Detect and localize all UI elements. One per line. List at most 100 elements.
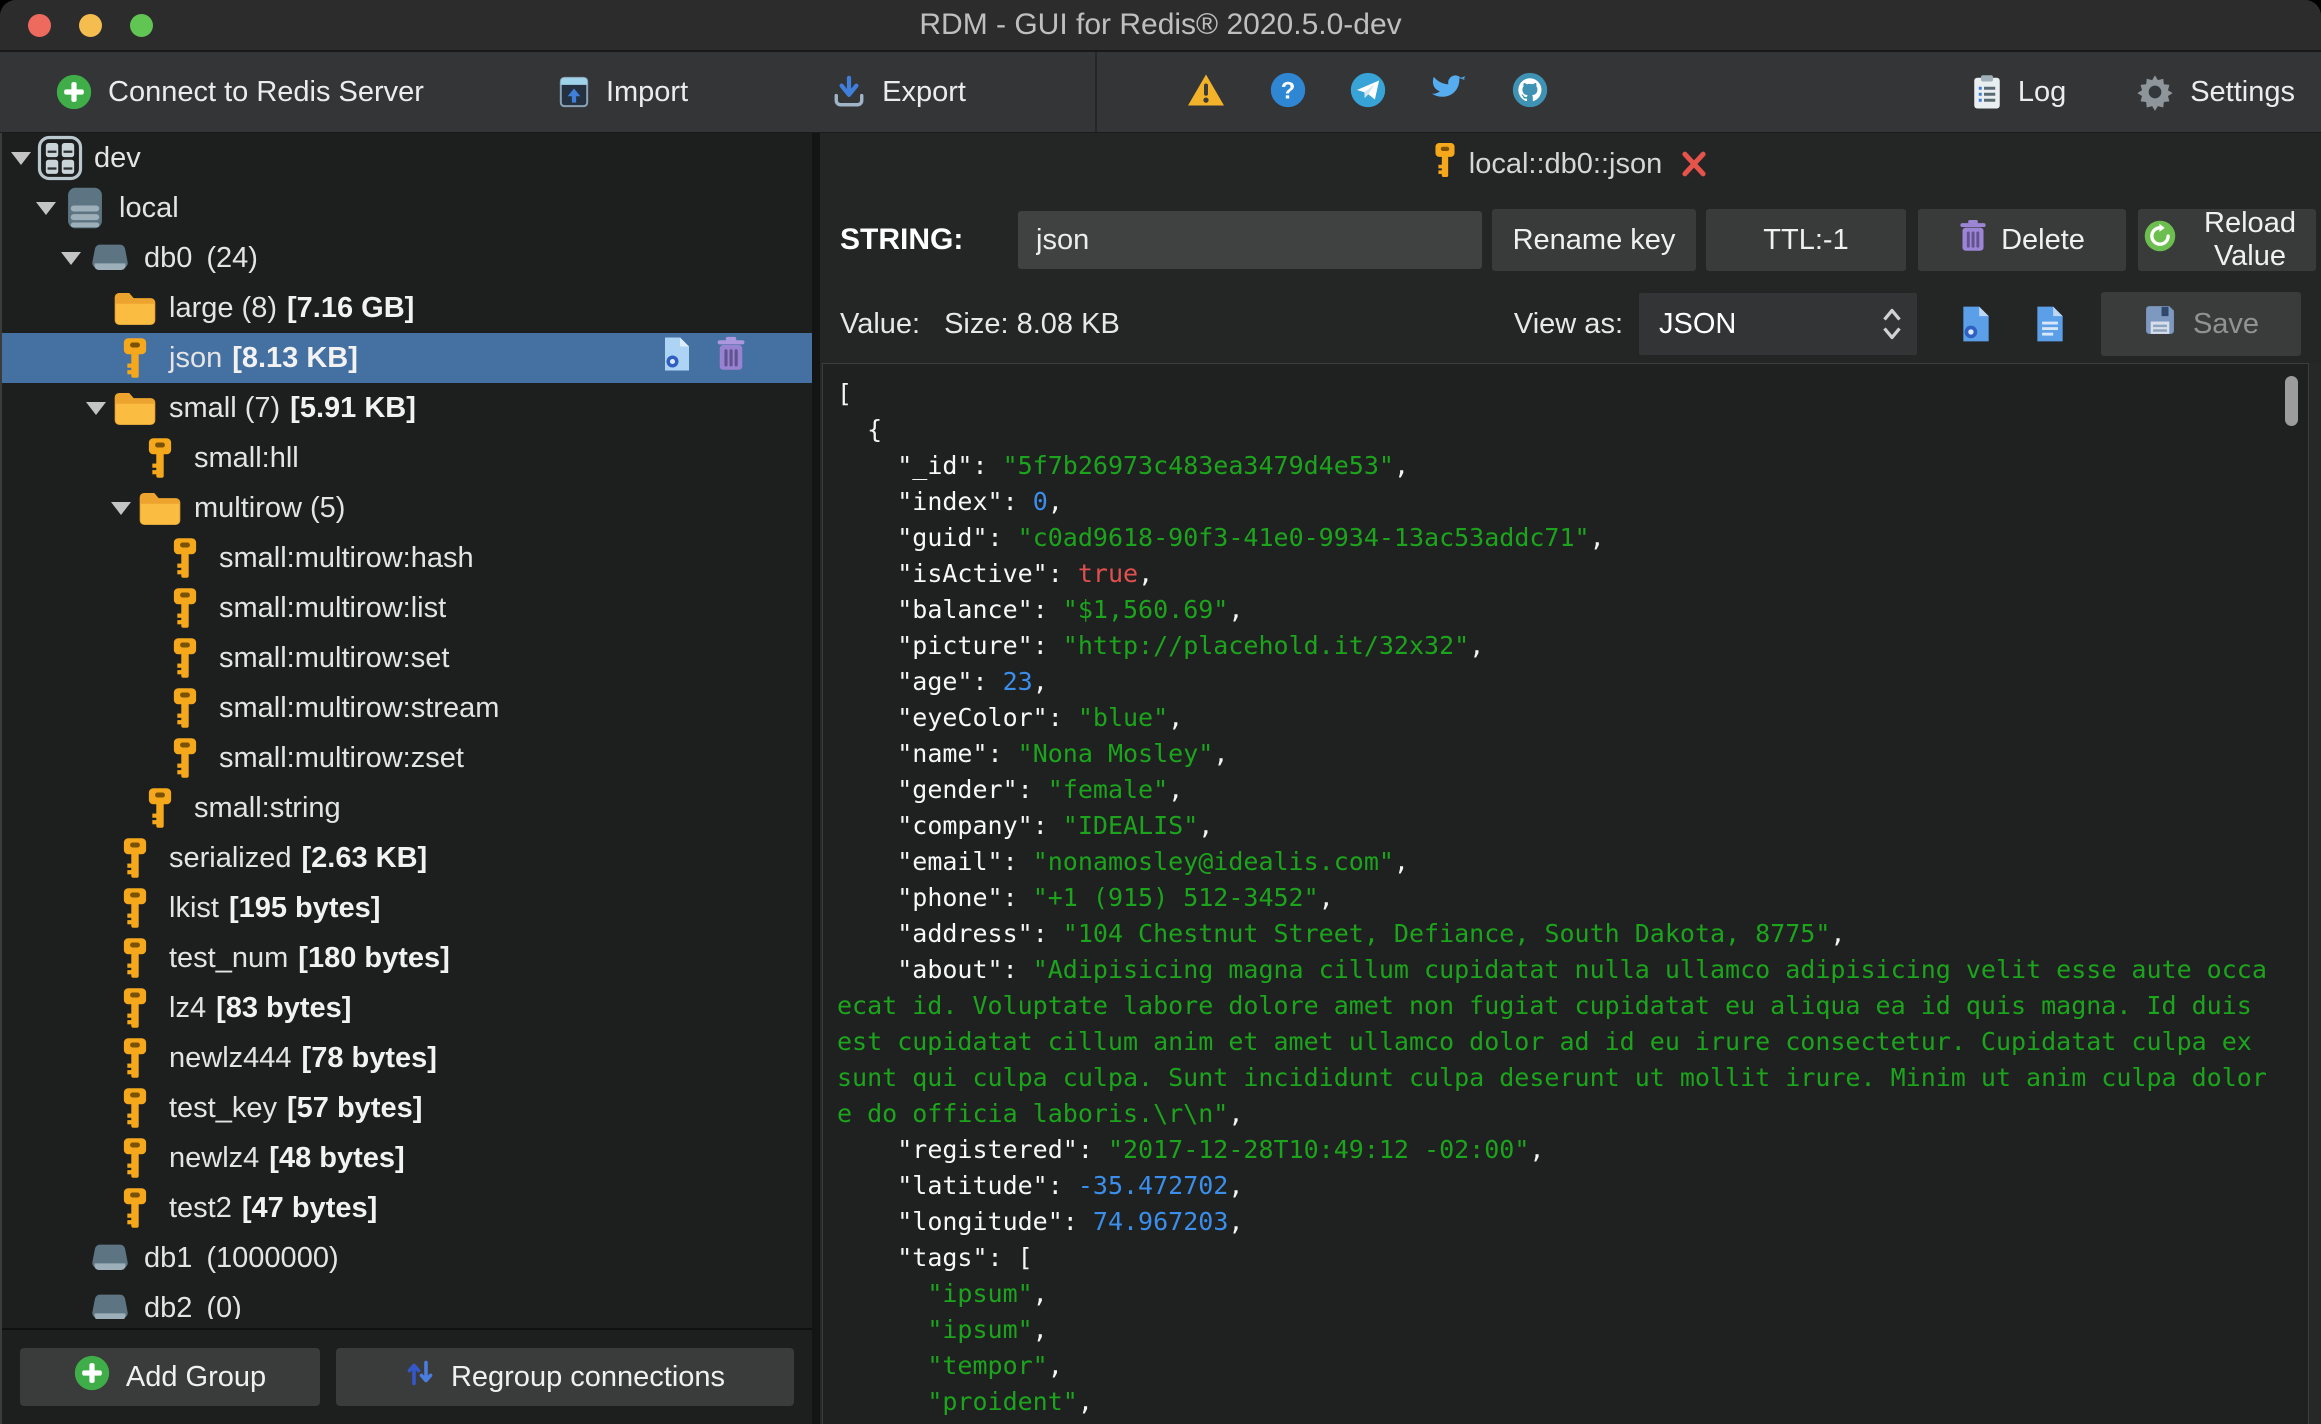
code-line: "email": "nonamosley@idealis.com",	[897, 847, 1409, 876]
tree-item-lz4[interactable]: lz4 [83 bytes]	[2, 983, 812, 1033]
key-icon	[111, 987, 159, 1029]
tree-item-small-multirow-zset[interactable]: small:multirow:zset	[2, 733, 812, 783]
tree-item-db0[interactable]: db0 (24)	[2, 233, 812, 283]
code-line: "phone": "+1 (915) 512-3452",	[897, 883, 1334, 912]
tree-item-label: test2	[169, 1191, 232, 1224]
traffic-lights	[28, 0, 153, 50]
code-line: "guid": "c0ad9618-90f3-41e0-9934-13ac53a…	[897, 523, 1605, 552]
arrow-spacer	[135, 583, 161, 633]
key-icon	[111, 1187, 159, 1229]
key-name-input[interactable]	[1018, 211, 1482, 269]
code-line: "gender": "female",	[897, 775, 1184, 804]
regroup-label: Regroup connections	[450, 1360, 726, 1393]
size-label: Size: 8.08 KB	[944, 307, 1120, 340]
tree-item-dev[interactable]: dev	[2, 133, 812, 183]
code-line: "ipsum",	[927, 1279, 1048, 1308]
tree-item-small-multirow-hash[interactable]: small:multirow:hash	[2, 533, 812, 583]
twitter-icon[interactable]	[1430, 73, 1468, 112]
tree-item-small-string[interactable]: small:string	[2, 783, 812, 833]
tree-item-test-num[interactable]: test_num [180 bytes]	[2, 933, 812, 983]
tree-item-newlz444[interactable]: newlz444 [78 bytes]	[2, 1033, 812, 1083]
regroup-arrows-icon	[405, 1358, 435, 1396]
save-button[interactable]: Save	[2101, 292, 2301, 356]
reload-icon	[2144, 220, 2176, 260]
arrow-spacer	[85, 1183, 111, 1233]
ttl-label: TTL:-1	[1763, 223, 1849, 256]
warning-icon[interactable]	[1186, 72, 1226, 113]
tree-item-json[interactable]: json [8.13 KB]	[2, 333, 812, 383]
log-button[interactable]: Log	[1972, 74, 2066, 110]
open-key-in-new-tab-icon[interactable]	[662, 336, 692, 380]
minimize-window-button[interactable]	[79, 13, 102, 37]
export-button[interactable]: Export	[832, 75, 966, 109]
tree-item-label: lz4	[169, 991, 207, 1024]
arrow-spacer	[85, 833, 111, 883]
close-tab-icon[interactable]	[1680, 150, 1708, 178]
close-window-button[interactable]	[28, 13, 51, 37]
key-icon	[111, 1037, 159, 1079]
open-value-in-editor-icon[interactable]	[1949, 305, 2003, 343]
tree-item-newlz4[interactable]: newlz4 [48 bytes]	[2, 1133, 812, 1183]
tree-item-local[interactable]: local	[2, 183, 812, 233]
expand-arrow-icon[interactable]	[35, 183, 61, 233]
tab-local-db0-json[interactable]: local::db0::json	[1433, 142, 1708, 186]
tree-item-test2[interactable]: test2 [47 bytes]	[2, 1183, 812, 1233]
view-mode-select[interactable]: JSON	[1639, 293, 1917, 355]
key-icon	[1433, 142, 1457, 186]
tree-item-label: small:multirow:list	[219, 591, 447, 624]
tab-label: local::db0::json	[1468, 147, 1663, 180]
panel-splitter[interactable]	[812, 133, 820, 1424]
folder-icon	[111, 290, 159, 326]
code-line: "ipsum",	[927, 1315, 1048, 1344]
value-editor[interactable]: [ { "_id": "5f7b26973c483ea3479d4e53", "…	[822, 363, 2309, 1424]
github-icon[interactable]	[1512, 72, 1548, 113]
tree-item-count: (24)	[206, 241, 258, 274]
import-button[interactable]: Import	[558, 75, 688, 109]
tree-item-small-hll[interactable]: small:hll	[2, 433, 812, 483]
arrow-spacer	[85, 883, 111, 933]
tree-item-large-8[interactable]: large (8) [7.16 GB]	[2, 283, 812, 333]
connect-to-redis-server-button[interactable]: Connect to Redis Server	[56, 74, 424, 110]
tree-item-multirow-5[interactable]: multirow (5)	[2, 483, 812, 533]
add-group-button[interactable]: Add Group	[20, 1348, 320, 1406]
tree-item-small-multirow-stream[interactable]: small:multirow:stream	[2, 683, 812, 733]
arrow-spacer	[110, 783, 136, 833]
ttl-button[interactable]: TTL:-1	[1706, 209, 1906, 271]
zoom-window-button[interactable]	[130, 13, 153, 37]
key-type-label: STRING:	[840, 223, 964, 256]
view-as-label: View as:	[1513, 307, 1623, 340]
tree-item-lkist[interactable]: lkist [195 bytes]	[2, 883, 812, 933]
rename-key-button[interactable]: Rename key	[1492, 209, 1696, 271]
editor-scrollbar-thumb[interactable]	[2285, 376, 2298, 426]
key-icon	[111, 337, 159, 379]
delete-key-button[interactable]: Delete	[1918, 209, 2126, 271]
tree-item-small-7[interactable]: small (7) [5.91 KB]	[2, 383, 812, 433]
expand-arrow-icon[interactable]	[85, 383, 111, 433]
tree-item-serialized[interactable]: serialized [2.63 KB]	[2, 833, 812, 883]
reload-value-button[interactable]: Reload Value	[2138, 207, 2316, 272]
key-icon	[161, 587, 209, 629]
expand-arrow-icon[interactable]	[60, 233, 86, 283]
tree-item-small-multirow-set[interactable]: small:multirow:set	[2, 633, 812, 683]
tree-item-small-multirow-list[interactable]: small:multirow:list	[2, 583, 812, 633]
tree-item-label: test_key	[169, 1091, 277, 1124]
tree-item-label: dev	[94, 141, 141, 174]
settings-button[interactable]: Settings	[2136, 73, 2295, 111]
value-header-row: Value: Size: 8.08 KB View as: JSON Save	[820, 285, 2321, 363]
expand-arrow-icon[interactable]	[110, 483, 136, 533]
tree-item-test-key[interactable]: test_key [57 bytes]	[2, 1083, 812, 1133]
regroup-connections-button[interactable]: Regroup connections	[336, 1348, 794, 1406]
telegram-icon[interactable]	[1350, 72, 1386, 113]
expand-arrow-icon[interactable]	[10, 133, 36, 183]
window-title: RDM - GUI for Redis® 2020.5.0-dev	[919, 8, 1402, 41]
key-icon	[161, 537, 209, 579]
tree-item-db1[interactable]: db1 (1000000)	[2, 1233, 812, 1283]
arrow-spacer	[135, 733, 161, 783]
delete-key-icon[interactable]	[716, 336, 746, 380]
sidebar-actions-bar: Add Group Regroup connections	[2, 1328, 812, 1424]
code-line: [	[837, 379, 853, 408]
tree-item-db2[interactable]: db2 (0)	[2, 1283, 812, 1319]
view-raw-value-icon[interactable]	[2023, 305, 2077, 343]
code-line: "tags": [	[897, 1243, 1033, 1272]
help-icon[interactable]: ?	[1270, 72, 1306, 113]
